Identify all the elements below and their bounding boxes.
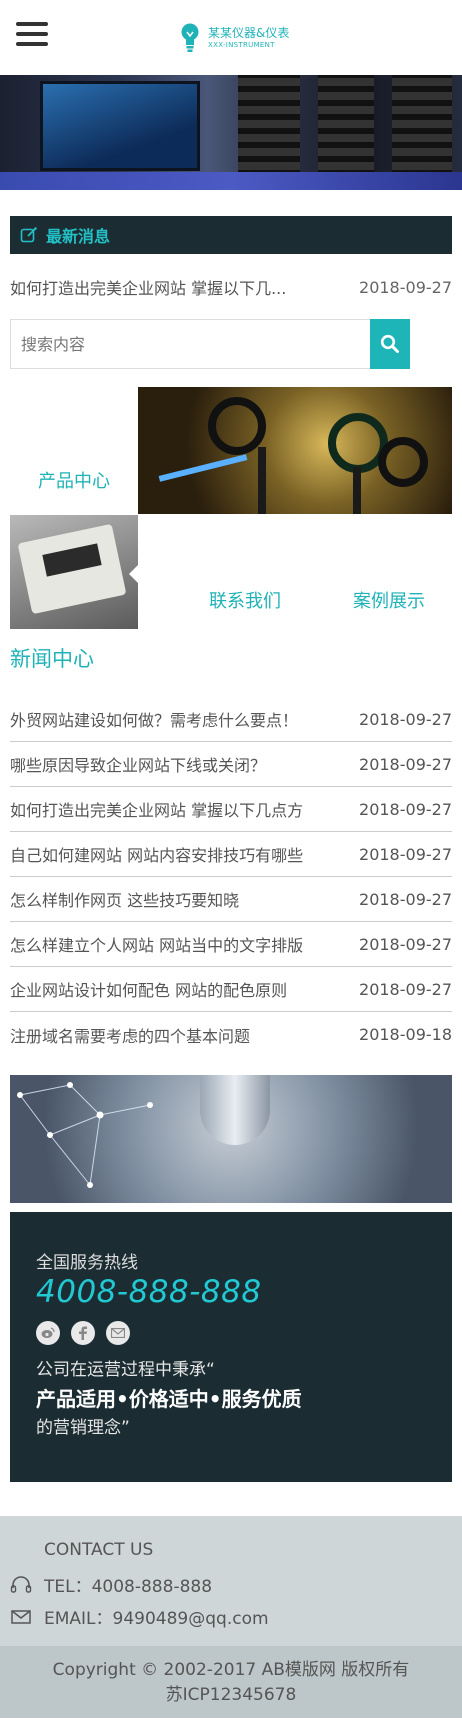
list-item[interactable]: 外贸网站建设如何做？需考虑什么要点！ 2018-09-27 bbox=[10, 697, 452, 742]
latest-news-item-date: 2018-09-27 bbox=[359, 277, 452, 297]
slogan-line-3: 的营销理念” bbox=[36, 1418, 130, 1438]
banner-floor bbox=[0, 172, 462, 190]
site-logo[interactable]: 某某仪器&仪表 XXX-INSTRUMENT bbox=[180, 20, 289, 56]
news-date: 2018-09-27 bbox=[359, 979, 452, 999]
category-grid: 产品中心 联系我们 案例展示 bbox=[10, 387, 452, 629]
list-item[interactable]: 怎么样建立个人网站 网站当中的文字排版 2018-09-27 bbox=[10, 922, 452, 967]
microscope-lens bbox=[200, 1075, 270, 1145]
contact-email[interactable]: EMAIL：9490489@qq.com bbox=[10, 1604, 269, 1629]
hotline-phone[interactable]: 4008-888-888 bbox=[36, 1274, 262, 1310]
latest-news-header: 最新消息 bbox=[10, 216, 452, 254]
contact-section: CONTACT US TEL：4008-888-888 EMAIL：949048… bbox=[0, 1516, 462, 1646]
weibo-icon[interactable] bbox=[36, 1321, 60, 1345]
latest-news-item-title: 如何打造出完美企业网站 掌握以下几... bbox=[10, 279, 287, 298]
news-date: 2018-09-27 bbox=[359, 754, 452, 774]
slogan-line-1: 公司在运营过程中秉承“ bbox=[36, 1360, 215, 1380]
list-item[interactable]: 自己如何建网站 网站内容安排技巧有哪些 2018-09-27 bbox=[10, 832, 452, 877]
news-title: 怎么样建立个人网站 网站当中的文字排版 bbox=[10, 936, 304, 955]
contact-email-text: EMAIL：9490489@qq.com bbox=[44, 1609, 269, 1629]
latest-news-title: 最新消息 bbox=[46, 227, 111, 246]
lab-image bbox=[10, 1075, 452, 1203]
lightbulb-logo-icon bbox=[181, 23, 199, 52]
slogan-line-2: 产品适用•价格适中•服务优质 bbox=[36, 1387, 302, 1411]
banner-monitor bbox=[40, 81, 200, 171]
category-products[interactable]: 产品中心 bbox=[10, 467, 138, 493]
news-title: 自己如何建网站 网站内容安排技巧有哪些 bbox=[10, 846, 304, 865]
headset-icon bbox=[10, 1575, 32, 1593]
news-date: 2018-09-27 bbox=[359, 709, 452, 729]
menu-icon[interactable] bbox=[16, 22, 48, 50]
news-title: 怎么样制作网页 这些技巧要知晓 bbox=[10, 891, 240, 910]
news-title: 企业网站设计如何配色 网站的配色原则 bbox=[10, 981, 288, 1000]
news-title: 外贸网站建设如何做？需考虑什么要点！ bbox=[10, 711, 299, 730]
news-title: 哪些原因导致企业网站下线或关闭？ bbox=[10, 756, 267, 775]
footer: Copyright © 2002-2017 AB模版网 版权所有 苏ICP123… bbox=[0, 1646, 462, 1718]
news-title: 注册域名需要考虑的四个基本问题 bbox=[10, 1026, 251, 1046]
news-date: 2018-09-27 bbox=[359, 799, 452, 819]
contact-tel-text: TEL：4008-888-888 bbox=[44, 1577, 213, 1597]
list-item[interactable]: 怎么样制作网页 这些技巧要知晓 2018-09-27 bbox=[10, 877, 452, 922]
news-date: 2018-09-27 bbox=[359, 889, 452, 909]
search-icon bbox=[380, 334, 399, 353]
social-links bbox=[36, 1321, 141, 1345]
news-date: 2018-09-27 bbox=[359, 934, 452, 954]
category-cases[interactable]: 案例展示 bbox=[314, 587, 462, 613]
network-decoration bbox=[17, 1082, 153, 1188]
site-header: 某某仪器&仪表 XXX-INSTRUMENT bbox=[0, 0, 462, 75]
contact-title: CONTACT US bbox=[44, 1540, 154, 1560]
search-bar bbox=[10, 319, 410, 369]
search-button[interactable] bbox=[370, 319, 410, 369]
list-item[interactable]: 哪些原因导致企业网站下线或关闭？ 2018-09-27 bbox=[10, 742, 452, 787]
icp-text[interactable]: 苏ICP12345678 bbox=[0, 1683, 462, 1708]
hotline-label: 全国服务热线 bbox=[36, 1253, 138, 1273]
hero-banner bbox=[0, 75, 462, 190]
list-item[interactable]: 注册域名需要考虑的四个基本问题 2018-09-18 bbox=[10, 1012, 452, 1057]
facebook-icon[interactable] bbox=[71, 1321, 95, 1345]
news-list: 外贸网站建设如何做？需考虑什么要点！ 2018-09-27 哪些原因导致企业网站下… bbox=[10, 697, 452, 1057]
news-date: 2018-09-27 bbox=[359, 844, 452, 864]
edit-icon bbox=[20, 227, 37, 243]
printer-image[interactable] bbox=[10, 515, 138, 629]
envelope-icon bbox=[11, 1609, 31, 1624]
copyright-text: Copyright © 2002-2017 AB模版网 版权所有 bbox=[52, 1660, 410, 1680]
logo-title: 某某仪器&仪表 bbox=[208, 26, 290, 40]
latest-news-item[interactable]: 如何打造出完美企业网站 掌握以下几... 2018-09-27 bbox=[10, 272, 452, 302]
mail-icon[interactable] bbox=[106, 1321, 130, 1345]
news-center-title[interactable]: 新闻中心 bbox=[10, 643, 94, 673]
news-title: 如何打造出完美企业网站 掌握以下几点方 bbox=[10, 801, 304, 820]
list-item[interactable]: 如何打造出完美企业网站 掌握以下几点方 2018-09-27 bbox=[10, 787, 452, 832]
optics-image[interactable] bbox=[138, 387, 452, 514]
category-contact[interactable]: 联系我们 bbox=[170, 587, 320, 613]
news-date: 2018-09-18 bbox=[359, 1025, 452, 1044]
list-item[interactable]: 企业网站设计如何配色 网站的配色原则 2018-09-27 bbox=[10, 967, 452, 1012]
logo-subtitle: XXX-INSTRUMENT bbox=[208, 41, 275, 49]
search-input[interactable] bbox=[10, 319, 370, 369]
contact-tel[interactable]: TEL：4008-888-888 bbox=[10, 1572, 212, 1597]
hotline-panel: 全国服务热线 4008-888-888 公司在运营过程中秉承“ 产品适用•价格适… bbox=[10, 1212, 452, 1482]
